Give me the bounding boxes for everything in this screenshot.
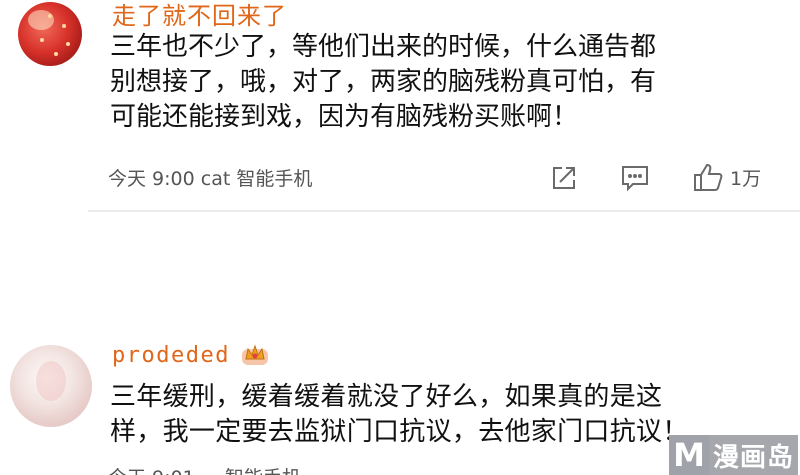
- divider: [88, 210, 800, 212]
- comment-icon: [622, 166, 648, 192]
- user-avatar[interactable]: [10, 345, 92, 427]
- like-button[interactable]: 1万: [692, 162, 761, 192]
- watermark-logo: M: [668, 435, 709, 475]
- comment-item: 走了就不回来了 三年也不少了，等他们出来的时候，什么通告都 别想接了，哦，对了，…: [0, 0, 800, 215]
- share-icon: [553, 167, 575, 189]
- thumbs-up-icon: [694, 163, 723, 191]
- watermark: M 漫画岛: [668, 435, 798, 475]
- crown-badge-icon: [242, 344, 268, 365]
- comment-button[interactable]: [620, 164, 650, 192]
- comment-text: 三年也不少了，等他们出来的时候，什么通告都 别想接了，哦，对了，两家的脑残粉真可…: [110, 32, 657, 132]
- comment-meta: 今天 9:01 ... 智能手机: [108, 463, 301, 475]
- share-button[interactable]: [550, 164, 578, 192]
- watermark-text: 漫画岛: [708, 435, 798, 475]
- user-avatar[interactable]: [18, 2, 82, 66]
- username[interactable]: 走了就不回来了: [112, 0, 287, 31]
- like-count: 1万: [730, 167, 762, 190]
- username[interactable]: prodeded: [112, 343, 230, 368]
